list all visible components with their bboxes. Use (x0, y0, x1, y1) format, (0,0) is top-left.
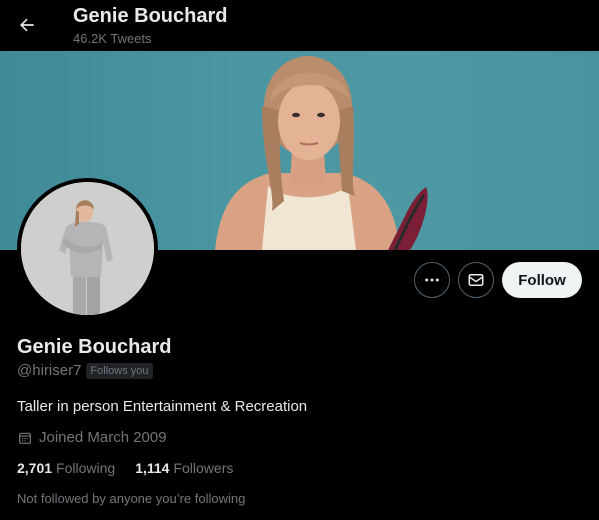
joined-date: Joined March 2009 (39, 429, 167, 446)
arrow-left-icon (20, 18, 34, 32)
followers-label: Followers (173, 460, 234, 476)
back-button[interactable] (9, 7, 45, 43)
header-title: Genie Bouchard (73, 5, 228, 27)
avatar-photo (21, 182, 154, 315)
header-tweet-count: 46.2K Tweets (73, 31, 152, 46)
user-handle: @hiriser7 (17, 362, 82, 379)
message-button[interactable] (458, 262, 494, 298)
follow-stats: 2,701 Following 1,114 Followers (17, 460, 233, 476)
mutual-followers-note: Not followed by anyone you’re following (17, 491, 246, 506)
profile-header: Genie Bouchard 46.2K Tweets (0, 0, 599, 51)
profile-bio: Taller in person Entertainment & Recreat… (17, 398, 308, 415)
avatar (21, 182, 154, 315)
calendar-icon (19, 432, 31, 444)
follow-button[interactable]: Follow (502, 262, 582, 298)
follows-you-badge: Follows you (86, 362, 153, 379)
following-link[interactable]: 2,701 Following (17, 460, 115, 476)
profile-avatar[interactable] (17, 178, 158, 319)
following-count: 2,701 (17, 460, 53, 476)
followers-link[interactable]: 1,114 Followers (135, 460, 233, 476)
following-label: Following (56, 460, 116, 476)
joined-date-row: Joined March 2009 (17, 429, 167, 446)
mail-icon (468, 274, 484, 286)
followers-count: 1,114 (135, 460, 170, 476)
handle-row: @hiriser7 Follows you (17, 362, 153, 379)
more-icon (425, 278, 439, 282)
more-button[interactable] (414, 262, 450, 298)
display-name: Genie Bouchard (17, 336, 172, 358)
